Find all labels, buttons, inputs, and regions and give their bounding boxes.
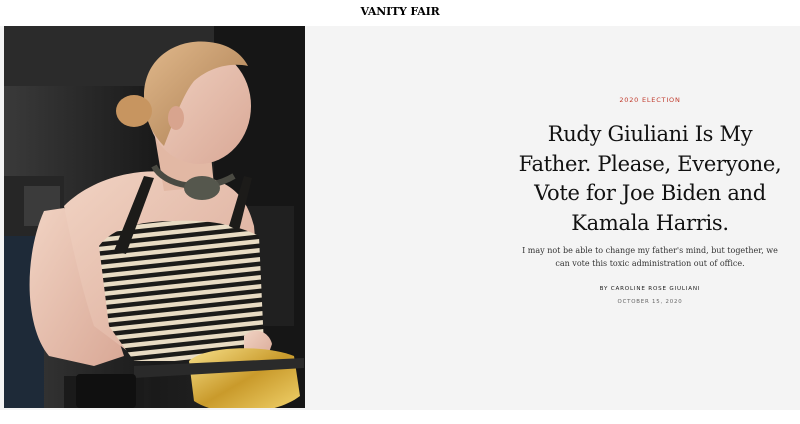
article-headline: Rudy Giuliani Is My Father. Please, Ever… [518, 122, 782, 235]
article-hero: 2020 ELECTION Rudy Giuliani Is My Father… [0, 26, 800, 410]
article-byline[interactable]: BY CAROLINE ROSE GIULIANI [508, 286, 792, 292]
site-header: VANITY FAIR [0, 0, 800, 24]
site-logo[interactable]: VANITY FAIR [0, 5, 800, 18]
article-dek: I may not be able to change my father's … [522, 246, 778, 268]
article-header: 2020 ELECTION Rudy Giuliani Is My Father… [508, 26, 792, 408]
publish-date: OCTOBER 15, 2020 [617, 299, 683, 305]
article-category[interactable]: 2020 ELECTION [508, 96, 792, 104]
hero-photo-illustration [4, 26, 305, 408]
author-link[interactable]: BY CAROLINE ROSE GIULIANI [600, 286, 701, 292]
hero-photo [4, 26, 305, 408]
